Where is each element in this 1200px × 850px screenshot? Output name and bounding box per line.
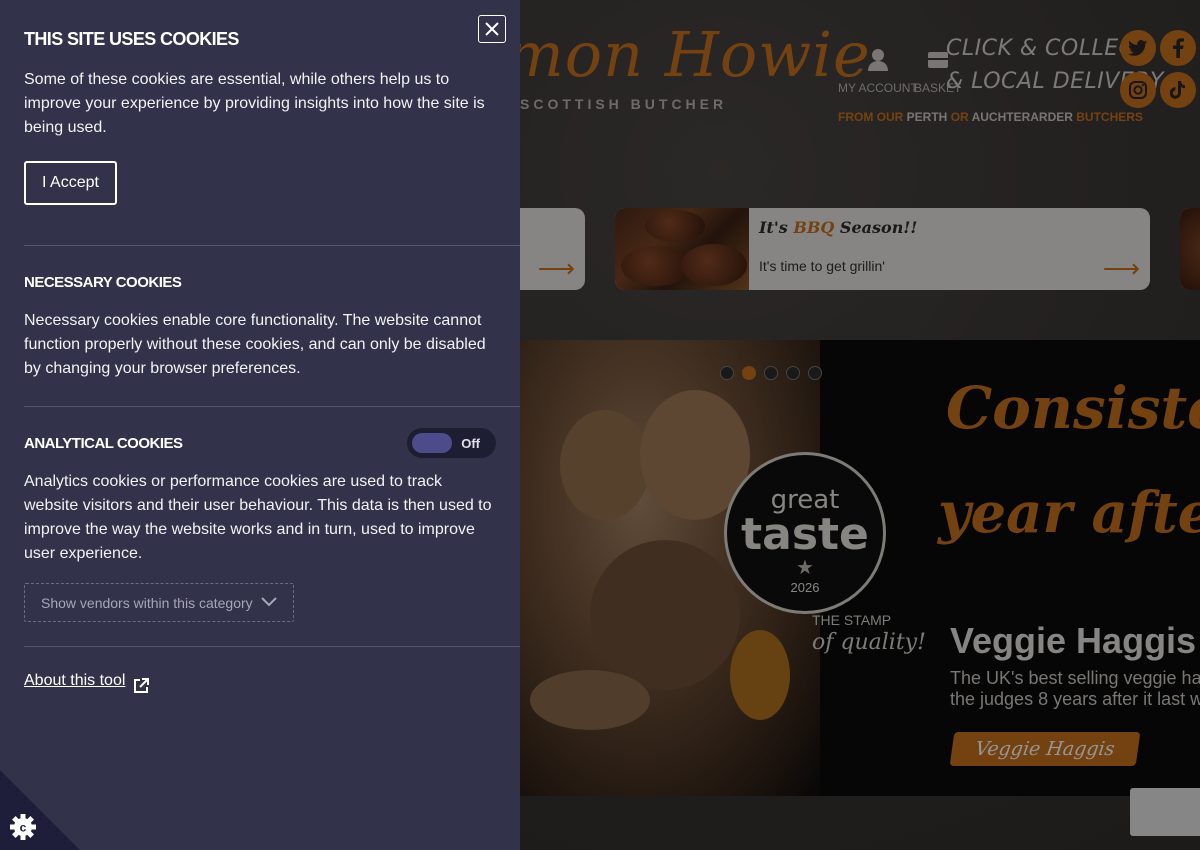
close-button[interactable] [478,15,506,43]
divider [24,646,520,647]
cookie-settings-button[interactable]: c [0,770,80,850]
analytical-cookies-toggle[interactable]: Off [407,428,496,458]
necessary-cookies-text: Necessary cookies enable core functional… [24,312,486,377]
show-vendors-label: Show vendors within this category [41,594,253,611]
necessary-cookies-title: NECESSARY COOKIES [24,274,182,291]
cookie-intro: Some of these cookies are essential, whi… [24,71,485,136]
divider [24,245,520,246]
external-link-icon[interactable] [132,677,150,695]
cookie-panel: THIS SITE USES COOKIES Some of these coo… [0,0,520,850]
cookie-gear-icon: c [10,814,36,840]
analytical-cookies-text: Analytics cookies or performance cookies… [24,473,492,562]
toggle-state-label: Off [461,436,480,451]
about-tool-link[interactable]: About this tool [24,672,125,690]
chevron-down-icon [261,597,277,607]
cookie-title: THIS SITE USES COOKIES [24,29,239,49]
divider [24,406,520,407]
close-icon [485,22,499,36]
analytical-cookies-title: ANALYTICAL COOKIES [24,435,183,452]
toggle-knob [412,433,452,453]
show-vendors-button[interactable]: Show vendors within this category [24,583,294,622]
accept-button[interactable]: I Accept [24,161,117,205]
svg-text:c: c [20,821,27,835]
